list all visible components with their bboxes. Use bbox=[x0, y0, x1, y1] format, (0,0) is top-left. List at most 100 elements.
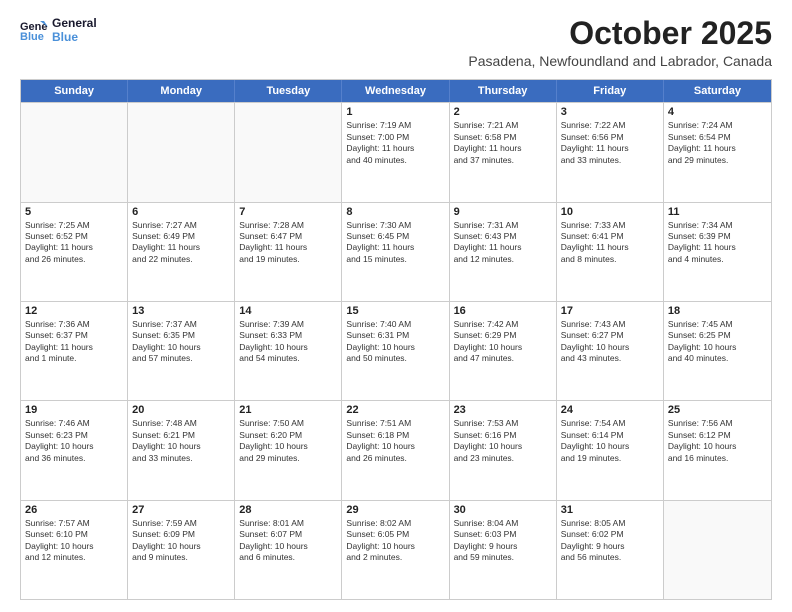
cell-text: Daylight: 11 hours bbox=[239, 242, 337, 253]
subtitle: Pasadena, Newfoundland and Labrador, Can… bbox=[468, 53, 772, 69]
cell-text: Sunrise: 7:59 AM bbox=[132, 518, 230, 529]
cell-text: Daylight: 10 hours bbox=[561, 342, 659, 353]
day-cell-28: 28Sunrise: 8:01 AMSunset: 6:07 PMDayligh… bbox=[235, 501, 342, 599]
cell-text: Daylight: 10 hours bbox=[668, 441, 767, 452]
cell-text: Sunrise: 7:40 AM bbox=[346, 319, 444, 330]
day-cell-22: 22Sunrise: 7:51 AMSunset: 6:18 PMDayligh… bbox=[342, 401, 449, 499]
cell-text: Sunrise: 8:02 AM bbox=[346, 518, 444, 529]
header-day-tuesday: Tuesday bbox=[235, 80, 342, 102]
cell-text: Sunset: 6:05 PM bbox=[346, 529, 444, 540]
day-number: 30 bbox=[454, 504, 552, 516]
day-number: 21 bbox=[239, 404, 337, 416]
cell-text: and 50 minutes. bbox=[346, 353, 444, 364]
day-cell-20: 20Sunrise: 7:48 AMSunset: 6:21 PMDayligh… bbox=[128, 401, 235, 499]
day-number: 17 bbox=[561, 305, 659, 317]
cell-text: and 26 minutes. bbox=[25, 254, 123, 265]
day-cell-4: 4Sunrise: 7:24 AMSunset: 6:54 PMDaylight… bbox=[664, 103, 771, 201]
week-row-2: 5Sunrise: 7:25 AMSunset: 6:52 PMDaylight… bbox=[21, 202, 771, 301]
cell-text: Sunrise: 7:27 AM bbox=[132, 220, 230, 231]
cell-text: Daylight: 10 hours bbox=[25, 441, 123, 452]
cell-text: Sunrise: 7:48 AM bbox=[132, 418, 230, 429]
cell-text: Daylight: 9 hours bbox=[561, 541, 659, 552]
day-cell-15: 15Sunrise: 7:40 AMSunset: 6:31 PMDayligh… bbox=[342, 302, 449, 400]
cell-text: Daylight: 10 hours bbox=[561, 441, 659, 452]
day-cell-18: 18Sunrise: 7:45 AMSunset: 6:25 PMDayligh… bbox=[664, 302, 771, 400]
cell-text: Sunrise: 7:36 AM bbox=[25, 319, 123, 330]
header: General Blue General Blue October 2025 P… bbox=[20, 16, 772, 69]
cell-text: Sunrise: 7:28 AM bbox=[239, 220, 337, 231]
cell-text: and 2 minutes. bbox=[346, 552, 444, 563]
cell-text: Sunset: 6:23 PM bbox=[25, 430, 123, 441]
cell-text: and 29 minutes. bbox=[668, 155, 767, 166]
cell-text: Sunset: 6:35 PM bbox=[132, 330, 230, 341]
page: General Blue General Blue October 2025 P… bbox=[0, 0, 792, 612]
cell-text: Sunset: 6:25 PM bbox=[668, 330, 767, 341]
day-cell-19: 19Sunrise: 7:46 AMSunset: 6:23 PMDayligh… bbox=[21, 401, 128, 499]
day-cell-14: 14Sunrise: 7:39 AMSunset: 6:33 PMDayligh… bbox=[235, 302, 342, 400]
header-day-saturday: Saturday bbox=[664, 80, 771, 102]
cell-text: Sunrise: 8:04 AM bbox=[454, 518, 552, 529]
day-cell-27: 27Sunrise: 7:59 AMSunset: 6:09 PMDayligh… bbox=[128, 501, 235, 599]
cell-text: Daylight: 10 hours bbox=[346, 441, 444, 452]
day-number: 28 bbox=[239, 504, 337, 516]
cell-text: Daylight: 11 hours bbox=[454, 242, 552, 253]
cell-text: Sunset: 6:03 PM bbox=[454, 529, 552, 540]
day-cell-24: 24Sunrise: 7:54 AMSunset: 6:14 PMDayligh… bbox=[557, 401, 664, 499]
day-cell-13: 13Sunrise: 7:37 AMSunset: 6:35 PMDayligh… bbox=[128, 302, 235, 400]
cell-text: Sunset: 6:29 PM bbox=[454, 330, 552, 341]
day-cell-21: 21Sunrise: 7:50 AMSunset: 6:20 PMDayligh… bbox=[235, 401, 342, 499]
cell-text: Sunset: 6:39 PM bbox=[668, 231, 767, 242]
header-day-monday: Monday bbox=[128, 80, 235, 102]
cell-text: Sunrise: 7:42 AM bbox=[454, 319, 552, 330]
svg-text:Blue: Blue bbox=[20, 31, 44, 41]
cell-text: and 36 minutes. bbox=[25, 453, 123, 464]
day-cell-23: 23Sunrise: 7:53 AMSunset: 6:16 PMDayligh… bbox=[450, 401, 557, 499]
cell-text: Sunrise: 7:43 AM bbox=[561, 319, 659, 330]
week-row-4: 19Sunrise: 7:46 AMSunset: 6:23 PMDayligh… bbox=[21, 400, 771, 499]
cell-text: and 16 minutes. bbox=[668, 453, 767, 464]
day-number: 14 bbox=[239, 305, 337, 317]
day-number: 5 bbox=[25, 206, 123, 218]
cell-text: and 22 minutes. bbox=[132, 254, 230, 265]
cell-text: Sunrise: 7:50 AM bbox=[239, 418, 337, 429]
cell-text: and 19 minutes. bbox=[561, 453, 659, 464]
cell-text: Daylight: 10 hours bbox=[454, 441, 552, 452]
cell-text: Daylight: 11 hours bbox=[668, 143, 767, 154]
day-cell-2: 2Sunrise: 7:21 AMSunset: 6:58 PMDaylight… bbox=[450, 103, 557, 201]
day-number: 7 bbox=[239, 206, 337, 218]
cell-text: Sunrise: 7:51 AM bbox=[346, 418, 444, 429]
header-day-friday: Friday bbox=[557, 80, 664, 102]
cell-text: and 56 minutes. bbox=[561, 552, 659, 563]
cell-text: Sunrise: 7:46 AM bbox=[25, 418, 123, 429]
day-number: 24 bbox=[561, 404, 659, 416]
cell-text: Sunrise: 8:05 AM bbox=[561, 518, 659, 529]
cell-text: and 33 minutes. bbox=[132, 453, 230, 464]
cell-text: Sunset: 6:31 PM bbox=[346, 330, 444, 341]
calendar: SundayMondayTuesdayWednesdayThursdayFrid… bbox=[20, 79, 772, 600]
cell-text: Sunrise: 7:22 AM bbox=[561, 120, 659, 131]
logo-line2: Blue bbox=[52, 30, 97, 44]
cell-text: Sunrise: 7:25 AM bbox=[25, 220, 123, 231]
day-number: 26 bbox=[25, 504, 123, 516]
cell-text: Daylight: 11 hours bbox=[346, 242, 444, 253]
cell-text: Daylight: 11 hours bbox=[454, 143, 552, 154]
cell-text: Daylight: 10 hours bbox=[132, 342, 230, 353]
cell-text: Daylight: 11 hours bbox=[561, 242, 659, 253]
empty-cell bbox=[664, 501, 771, 599]
cell-text: Sunset: 6:54 PM bbox=[668, 132, 767, 143]
cell-text: Daylight: 11 hours bbox=[561, 143, 659, 154]
cell-text: Daylight: 11 hours bbox=[346, 143, 444, 154]
cell-text: Sunrise: 8:01 AM bbox=[239, 518, 337, 529]
day-number: 23 bbox=[454, 404, 552, 416]
day-cell-10: 10Sunrise: 7:33 AMSunset: 6:41 PMDayligh… bbox=[557, 203, 664, 301]
day-number: 11 bbox=[668, 206, 767, 218]
cell-text: and 26 minutes. bbox=[346, 453, 444, 464]
cell-text: Sunset: 6:45 PM bbox=[346, 231, 444, 242]
month-title: October 2025 bbox=[468, 16, 772, 51]
day-cell-25: 25Sunrise: 7:56 AMSunset: 6:12 PMDayligh… bbox=[664, 401, 771, 499]
empty-cell bbox=[128, 103, 235, 201]
cell-text: and 54 minutes. bbox=[239, 353, 337, 364]
cell-text: Sunrise: 7:34 AM bbox=[668, 220, 767, 231]
day-cell-17: 17Sunrise: 7:43 AMSunset: 6:27 PMDayligh… bbox=[557, 302, 664, 400]
cell-text: Sunrise: 7:54 AM bbox=[561, 418, 659, 429]
